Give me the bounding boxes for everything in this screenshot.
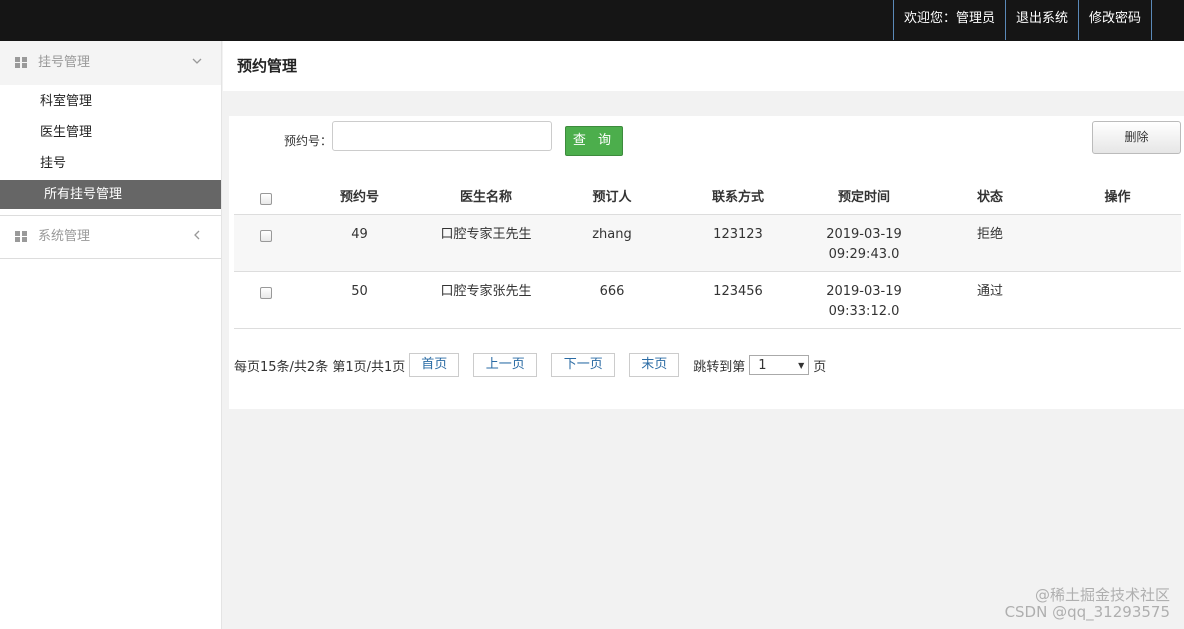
select-all-checkbox[interactable]	[259, 192, 272, 205]
dropdown-arrow-icon: ▼	[798, 360, 805, 370]
sidebar-item-all-registrations[interactable]: 所有挂号管理	[0, 180, 221, 209]
contact-cell: 123456	[674, 271, 802, 329]
booking-id-cell: 50	[297, 271, 422, 329]
page-suffix-label: 页	[813, 359, 827, 375]
booking-time-cell: 2019-03-19 09:29:43.0	[802, 214, 926, 272]
content-panel: 预约号： 查 询 删除 预约号 医生名称 预订人 联系方式 预定时间 状态 操作…	[229, 116, 1184, 409]
doctor-cell: 口腔专家张先生	[422, 271, 550, 329]
watermark-line: @稀土掘金技术社区	[1034, 586, 1170, 604]
change-password-link[interactable]: 修改密码	[1077, 0, 1152, 40]
table-row[interactable]: 49 口腔专家王先生 zhang 123123 2019-03-19 09:29…	[234, 214, 1181, 272]
sidebar-group-label: 系统管理	[38, 229, 91, 244]
sidebar-item-department[interactable]: 科室管理	[0, 86, 221, 117]
welcome-user-link[interactable]: 欢迎您：管理员	[892, 0, 1005, 40]
prev-page-button[interactable]: 上一页	[473, 353, 538, 377]
column-header: 状态	[926, 178, 1054, 215]
grid-icon	[15, 231, 28, 243]
booking-clock: 09:29:43.0	[828, 246, 900, 262]
column-header: 医生名称	[422, 178, 550, 215]
page-header: 预约管理	[223, 41, 1184, 91]
status-cell: 通过	[926, 271, 1054, 329]
sidebar-group-label: 挂号管理	[38, 55, 91, 70]
action-cell	[1054, 271, 1181, 329]
watermark-line: CSDN @qq_31293575	[1004, 603, 1170, 621]
page-select-value: 1	[758, 357, 767, 373]
column-header: 预定时间	[802, 178, 926, 215]
row-checkbox[interactable]	[259, 287, 272, 299]
watermark: @稀土掘金技术社区 CSDN @qq_31293575	[1005, 587, 1170, 621]
jump-to-label: 跳转到第	[693, 359, 746, 375]
first-page-button[interactable]: 首页	[409, 353, 460, 377]
logout-link[interactable]: 退出系统	[1004, 0, 1078, 40]
status-cell: 拒绝	[926, 214, 1054, 272]
query-button[interactable]: 查 询	[565, 126, 623, 156]
last-page-button[interactable]: 末页	[629, 353, 680, 377]
booking-number-input[interactable]	[332, 121, 552, 151]
chevron-left-icon	[191, 216, 203, 258]
sidebar-item-doctor[interactable]: 医生管理	[0, 117, 221, 148]
booker-cell: zhang	[550, 214, 674, 272]
contact-cell: 123123	[674, 214, 802, 272]
pagination-summary: 每页15条/共2条 第1页/共1页	[234, 359, 406, 375]
column-header: 预订人	[550, 178, 674, 215]
next-page-button[interactable]: 下一页	[551, 353, 616, 377]
table-row[interactable]: 50 口腔专家张先生 666 123456 2019-03-19 09:33:1…	[234, 271, 1181, 329]
chevron-down-icon	[191, 41, 203, 85]
booker-cell: 666	[550, 271, 674, 329]
column-header: 联系方式	[674, 178, 802, 215]
sidebar-submenu: 科室管理 医生管理 挂号 所有挂号管理	[0, 85, 221, 215]
booking-date: 2019-03-19	[826, 226, 902, 242]
appointments-table: 预约号 医生名称 预订人 联系方式 预定时间 状态 操作 49 口腔专家王先生 …	[234, 178, 1181, 329]
booking-date: 2019-03-19	[826, 283, 902, 299]
delete-button[interactable]: 删除	[1092, 121, 1181, 154]
sidebar-item-register[interactable]: 挂号	[0, 148, 221, 179]
select-all-cell	[234, 178, 297, 215]
action-cell	[1054, 214, 1181, 272]
sidebar-divider	[0, 258, 221, 259]
grid-icon	[15, 57, 28, 69]
booking-time-cell: 2019-03-19 09:33:12.0	[802, 271, 926, 329]
booking-clock: 09:33:12.0	[828, 303, 900, 319]
booking-number-label: 预约号：	[284, 134, 333, 148]
sidebar-group-registration[interactable]: 挂号管理	[0, 41, 221, 85]
sidebar: 挂号管理 科室管理 医生管理 挂号 所有挂号管理 系统管理	[0, 41, 222, 629]
sidebar-group-system[interactable]: 系统管理	[0, 216, 221, 258]
column-header: 预约号	[297, 178, 422, 215]
top-bar: 欢迎您：管理员 退出系统 修改密码	[0, 0, 1184, 41]
top-nav: 欢迎您：管理员 退出系统 修改密码	[892, 0, 1152, 40]
column-header: 操作	[1054, 178, 1181, 215]
doctor-cell: 口腔专家王先生	[422, 214, 550, 272]
page-select[interactable]: 1 ▼	[749, 355, 810, 375]
page-title: 预约管理	[237, 57, 298, 75]
pagination: 每页15条/共2条 第1页/共1页 首页 上一页 下一页 末页 跳转到第 1 ▼…	[234, 353, 826, 377]
table-header-row: 预约号 医生名称 预订人 联系方式 预定时间 状态 操作	[234, 178, 1181, 215]
row-checkbox[interactable]	[259, 230, 272, 242]
booking-id-cell: 49	[297, 214, 422, 272]
